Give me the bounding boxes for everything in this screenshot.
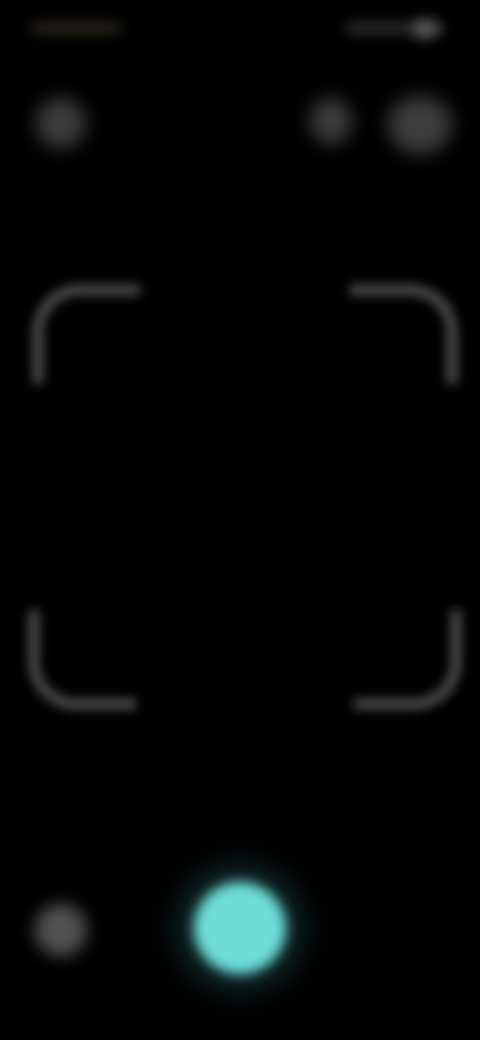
- scan-frame-corner-top-left: [32, 284, 140, 384]
- settings-icon[interactable]: [310, 98, 352, 144]
- status-time: [30, 22, 122, 34]
- status-bar: [0, 0, 480, 60]
- shutter-button[interactable]: [194, 882, 286, 974]
- camera-scanner-screen: [0, 0, 480, 1040]
- flash-icon[interactable]: [36, 98, 86, 148]
- battery-icon: [412, 18, 438, 40]
- gallery-icon[interactable]: [35, 904, 87, 956]
- scan-frame-corner-bottom-left: [28, 610, 136, 710]
- scan-frame-corner-top-right: [350, 284, 458, 384]
- switch-camera-icon[interactable]: [388, 96, 452, 154]
- scan-frame-corner-bottom-right: [354, 610, 462, 710]
